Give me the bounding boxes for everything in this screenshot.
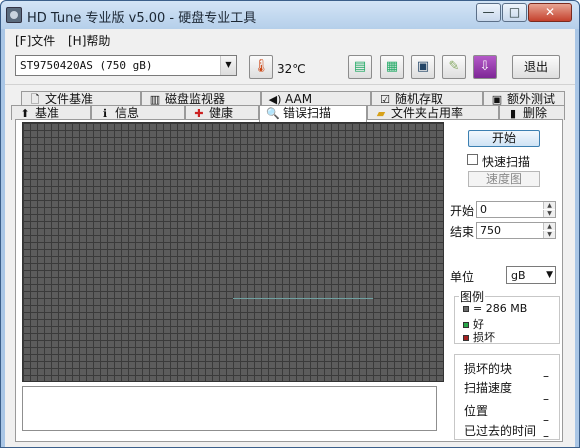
app-logo-icon (6, 7, 22, 23)
tab-row-bottom: ⬆ 基准 ℹ 信息 ✚ 健康 🔍 错误扫描 ▰ 文件夹占用率 ▮ 删除 (11, 105, 571, 122)
unit-select[interactable]: gB ▼ (506, 266, 556, 284)
minimize-icon: — (482, 5, 495, 19)
chevron-down-icon: ▼ (546, 270, 553, 280)
bad-swatch-icon (463, 335, 469, 341)
minimize-button[interactable]: — (476, 3, 501, 22)
start-label: 开始 (450, 204, 475, 218)
unit-select-value: gB (511, 269, 526, 282)
tab-folder-usage[interactable]: ▰ 文件夹占用率 (367, 105, 499, 120)
options-icon[interactable]: ✎ (442, 55, 466, 79)
quick-scan-label[interactable]: 快速扫描 (482, 153, 530, 170)
tab-extra-tests[interactable]: ▣ 额外测试 (483, 91, 565, 106)
copy-text-icon[interactable]: ▤ (348, 55, 372, 79)
block-map-grid (22, 122, 444, 382)
bad-blocks-value: – (543, 369, 549, 383)
exit-button[interactable]: 退出 (512, 55, 560, 79)
copy-screenshot-icon[interactable]: ▦ (380, 55, 404, 79)
menu-file[interactable]: [F]文件 (15, 32, 55, 49)
client-area: [F]文件 [H]帮助 ST9750420AS (750 gB) ▼ 🌡 32℃… (5, 29, 575, 447)
elapsed-time-label: 已过去的时间 (464, 424, 537, 438)
download-icon[interactable]: ⇩ (473, 55, 497, 79)
drive-select[interactable]: ST9750420AS (750 gB) ▼ (15, 55, 237, 76)
scan-controls: 开始 快速扫描 速度图 开始 0 ▲ ▼ 结束 750 ▲ ▼ 单位 gB ▼ … (450, 120, 562, 443)
tab-benchmark[interactable]: ⬆ 基准 (11, 105, 91, 120)
tab-row-top: 🗋 文件基准 ▥ 磁盘监视器 ◀) AAM ☑ 随机存取 ▣ 额外测试 (11, 91, 571, 106)
app-window: HD Tune 专业版 v5.00 - 硬盘专业工具 — □ ✕ [F]文件 [… (0, 0, 580, 448)
error-scan-panel: 开始 快速扫描 速度图 开始 0 ▲ ▼ 结束 750 ▲ ▼ 单位 gB ▼ … (15, 119, 563, 443)
good-swatch-icon (463, 322, 469, 328)
tab-aam[interactable]: ◀) AAM (261, 91, 371, 106)
end-label: 结束 (450, 225, 475, 239)
thermometer-icon[interactable]: 🌡 (249, 55, 273, 79)
spin-up-icon[interactable]: ▲ (543, 202, 555, 209)
elapsed-time-value: – (543, 429, 549, 443)
spin-up-icon[interactable]: ▲ (543, 223, 555, 230)
log-box[interactable] (22, 386, 437, 431)
speed-map-button[interactable]: 速度图 (468, 171, 540, 187)
tab-file-benchmark[interactable]: 🗋 文件基准 (21, 91, 141, 106)
block-map-highlight (233, 298, 373, 299)
start-button[interactable]: 开始 (468, 130, 540, 147)
maximize-icon: □ (508, 5, 521, 19)
title-bar[interactable]: HD Tune 专业版 v5.00 - 硬盘专业工具 — □ ✕ (1, 1, 579, 29)
maximize-button[interactable]: □ (502, 3, 527, 22)
drive-select-value: ST9750420AS (750 gB) (20, 59, 153, 72)
start-position-spinner[interactable]: 0 ▲ ▼ (476, 201, 556, 218)
spin-down-icon[interactable]: ▼ (543, 210, 555, 217)
scan-speed-value: – (543, 392, 549, 406)
bad-blocks-label: 损坏的块 (464, 362, 513, 376)
spin-down-icon[interactable]: ▼ (543, 231, 555, 238)
tab-disk-monitor[interactable]: ▥ 磁盘监视器 (141, 91, 261, 106)
position-value: – (543, 413, 549, 427)
quick-scan-checkbox[interactable] (467, 154, 478, 165)
legend-bad: 损坏 (463, 329, 495, 345)
end-position-spinner[interactable]: 750 ▲ ▼ (476, 222, 556, 239)
toolbar: ST9750420AS (750 gB) ▼ 🌡 32℃ ▤ ▦ ▣ ✎ ⇩ 退… (5, 49, 575, 85)
save-icon[interactable]: ▣ (411, 55, 435, 79)
close-icon: ✕ (544, 5, 556, 19)
tab-random-access[interactable]: ☑ 随机存取 (371, 91, 483, 106)
scan-stats: 损坏的块 – 扫描速度 – 位置 – 已过去的时间 – (454, 354, 560, 443)
tab-info[interactable]: ℹ 信息 (91, 105, 185, 120)
chevron-down-icon: ▼ (220, 56, 236, 75)
block-swatch-icon (463, 306, 469, 312)
menu-help[interactable]: [H]帮助 (68, 32, 110, 49)
magnifier-icon: 🔍 (266, 107, 280, 120)
end-position-value: 750 (480, 224, 501, 237)
scan-speed-label: 扫描速度 (464, 381, 513, 395)
tab-health[interactable]: ✚ 健康 (185, 105, 259, 120)
legend-block-size: = 286 MB (463, 302, 527, 315)
position-label: 位置 (464, 404, 489, 418)
menu-bar: [F]文件 [H]帮助 (5, 29, 575, 49)
close-button[interactable]: ✕ (528, 3, 572, 22)
temperature-readout: 32℃ (277, 62, 306, 76)
window-title: HD Tune 专业版 v5.00 - 硬盘专业工具 (27, 11, 257, 26)
tab-error-scan[interactable]: 🔍 错误扫描 (259, 105, 367, 122)
unit-label: 单位 (450, 270, 475, 284)
legend-box: 图例 = 286 MB 好 损坏 (454, 288, 560, 345)
tab-erase[interactable]: ▮ 删除 (499, 105, 565, 120)
start-position-value: 0 (480, 203, 487, 216)
